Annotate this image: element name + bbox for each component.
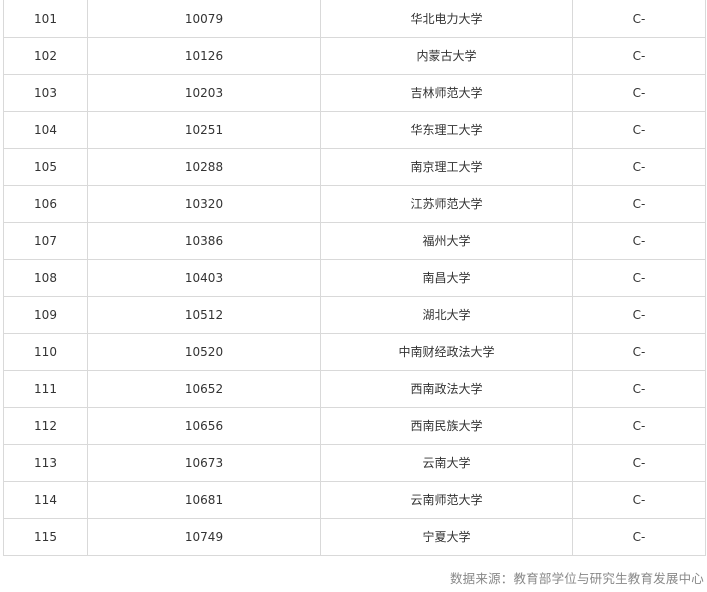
grade-cell: C- [572, 37, 706, 75]
code-cell: 10386 [87, 222, 321, 260]
grade-cell: C- [572, 481, 706, 519]
table-row: 108 10403 南昌大学 C- [3, 259, 706, 297]
rank-cell: 103 [3, 74, 88, 112]
rank-cell: 106 [3, 185, 88, 223]
university-name-cell: 西南民族大学 [320, 407, 573, 445]
data-source-note: 数据来源：教育部学位与研究生教育发展中心 [449, 571, 704, 586]
grade-cell: C- [572, 222, 706, 260]
grade-cell: C- [572, 259, 706, 297]
code-cell: 10656 [87, 407, 321, 445]
rank-cell: 105 [3, 148, 88, 186]
table-row: 104 10251 华东理工大学 C- [3, 111, 706, 149]
code-cell: 10749 [87, 518, 321, 556]
rank-cell: 108 [3, 259, 88, 297]
table-row: 112 10656 西南民族大学 C- [3, 407, 706, 445]
code-cell: 10126 [87, 37, 321, 75]
university-name-cell: 宁夏大学 [320, 518, 573, 556]
code-cell: 10320 [87, 185, 321, 223]
table-row: 114 10681 云南师范大学 C- [3, 481, 706, 519]
grade-cell: C- [572, 370, 706, 408]
university-name-cell: 吉林师范大学 [320, 74, 573, 112]
table-row: 115 10749 宁夏大学 C- [3, 518, 706, 556]
table-row: 113 10673 云南大学 C- [3, 444, 706, 482]
rank-cell: 102 [3, 37, 88, 75]
ranking-table-container: 101 10079 华北电力大学 C- 102 10126 内蒙古大学 C- 1… [3, 0, 706, 556]
table-row: 109 10512 湖北大学 C- [3, 296, 706, 334]
ranking-table: 101 10079 华北电力大学 C- 102 10126 内蒙古大学 C- 1… [3, 0, 706, 556]
table-row: 102 10126 内蒙古大学 C- [3, 37, 706, 75]
code-cell: 10520 [87, 333, 321, 371]
grade-cell: C- [572, 444, 706, 482]
table-row: 110 10520 中南财经政法大学 C- [3, 333, 706, 371]
code-cell: 10673 [87, 444, 321, 482]
table-row: 111 10652 西南政法大学 C- [3, 370, 706, 408]
table-row: 101 10079 华北电力大学 C- [3, 0, 706, 38]
university-name-cell: 华东理工大学 [320, 111, 573, 149]
table-row: 107 10386 福州大学 C- [3, 222, 706, 260]
table-row: 105 10288 南京理工大学 C- [3, 148, 706, 186]
code-cell: 10203 [87, 74, 321, 112]
rank-cell: 101 [3, 0, 88, 38]
grade-cell: C- [572, 74, 706, 112]
university-name-cell: 南京理工大学 [320, 148, 573, 186]
grade-cell: C- [572, 0, 706, 38]
code-cell: 10681 [87, 481, 321, 519]
rank-cell: 107 [3, 222, 88, 260]
university-name-cell: 江苏师范大学 [320, 185, 573, 223]
rank-cell: 114 [3, 481, 88, 519]
code-cell: 10288 [87, 148, 321, 186]
rank-cell: 104 [3, 111, 88, 149]
university-name-cell: 西南政法大学 [320, 370, 573, 408]
university-name-cell: 云南师范大学 [320, 481, 573, 519]
university-name-cell: 华北电力大学 [320, 0, 573, 38]
grade-cell: C- [572, 518, 706, 556]
rank-cell: 109 [3, 296, 88, 334]
code-cell: 10652 [87, 370, 321, 408]
university-name-cell: 中南财经政法大学 [320, 333, 573, 371]
university-name-cell: 云南大学 [320, 444, 573, 482]
university-name-cell: 湖北大学 [320, 296, 573, 334]
code-cell: 10512 [87, 296, 321, 334]
grade-cell: C- [572, 333, 706, 371]
university-name-cell: 内蒙古大学 [320, 37, 573, 75]
code-cell: 10403 [87, 259, 321, 297]
grade-cell: C- [572, 407, 706, 445]
university-name-cell: 南昌大学 [320, 259, 573, 297]
rank-cell: 112 [3, 407, 88, 445]
code-cell: 10079 [87, 0, 321, 38]
grade-cell: C- [572, 148, 706, 186]
table-row: 106 10320 江苏师范大学 C- [3, 185, 706, 223]
rank-cell: 115 [3, 518, 88, 556]
table-row: 103 10203 吉林师范大学 C- [3, 74, 706, 112]
rank-cell: 113 [3, 444, 88, 482]
grade-cell: C- [572, 111, 706, 149]
rank-cell: 111 [3, 370, 88, 408]
university-name-cell: 福州大学 [320, 222, 573, 260]
code-cell: 10251 [87, 111, 321, 149]
grade-cell: C- [572, 185, 706, 223]
grade-cell: C- [572, 296, 706, 334]
rank-cell: 110 [3, 333, 88, 371]
